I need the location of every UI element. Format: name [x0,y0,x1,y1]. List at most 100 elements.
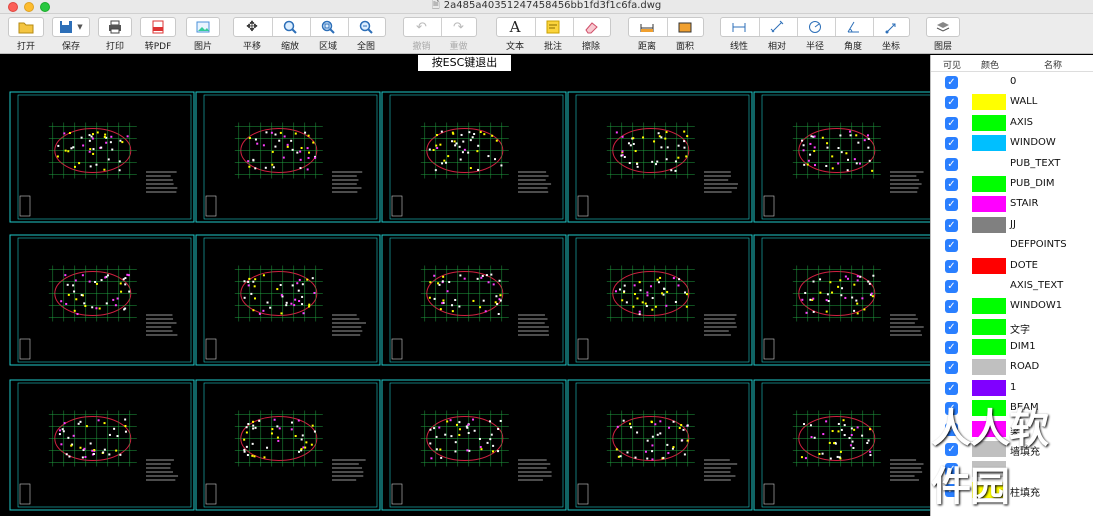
coordinate-button[interactable]: 坐标 [872,17,910,52]
layer-color-swatch[interactable] [972,237,1006,254]
layer-color-swatch[interactable] [972,216,1006,233]
layer-visible-checkbox[interactable]: ✓ [945,218,958,232]
drawing-sheet [753,379,930,511]
layer-row[interactable]: ✓ ROAD [931,357,1093,377]
image-button[interactable]: 图片 [186,17,220,52]
distance-button[interactable]: 距离 [628,17,666,52]
drawing-sheet [195,234,381,366]
floppy-disk-icon [60,21,73,33]
title-bar: 🗎 2a485a40351247458456bb1fd3f1c6fa.dwg [0,0,1093,14]
region-zoom-button[interactable]: 区域 [309,17,347,52]
layer-row[interactable]: ✓ WINDOW1 [931,296,1093,316]
drawing-sheet [381,91,567,223]
layer-name: WINDOW [1010,137,1056,149]
layer-visible-checkbox[interactable]: ✓ [945,198,958,212]
drawing-sheet [381,379,567,511]
save-button[interactable]: ▼ 保存 [52,17,90,52]
layer-row[interactable]: ✓ DEFPOINTS [931,235,1093,255]
layer-row[interactable]: ✓ 0 [931,72,1093,92]
layer-row[interactable]: ✓ AXIS [931,113,1093,133]
layer-visible-checkbox[interactable]: ✓ [945,341,958,355]
layer-visible-checkbox[interactable]: ✓ [945,381,958,395]
undo-button[interactable]: ↶ 撤销 [403,17,440,53]
layer-name: PUB_DIM [1010,177,1055,189]
eraser-icon [584,17,598,37]
document-icon: 🗎 [431,0,440,11]
layer-visible-checkbox[interactable]: ✓ [945,300,958,314]
radius-dimension-button[interactable]: 半径 [796,17,834,52]
layer-visible-checkbox[interactable]: ✓ [945,259,958,273]
note-button[interactable]: 批注 [534,17,572,52]
layer-color-swatch[interactable] [972,175,1006,192]
layer-visible-checkbox[interactable]: ✓ [945,279,958,293]
drawing-canvas[interactable]: 按ESC键退出 [0,55,930,516]
layer-color-swatch[interactable] [972,196,1006,213]
layer-visible-checkbox[interactable]: ✓ [945,320,958,334]
drawing-sheet [9,234,195,366]
layer-visible-checkbox[interactable]: ✓ [945,239,958,253]
layer-panel-header: 可见 颜色 名称 [931,55,1093,72]
linear-dimension-button[interactable]: 线性 [720,17,758,52]
layer-visible-checkbox[interactable]: ✓ [945,76,958,89]
text-button[interactable]: A 文本 [496,17,534,52]
radius-circle-icon [808,17,822,37]
layer-row[interactable]: ✓ JJ [931,215,1093,235]
layer-row[interactable]: ✓ WALL [931,92,1093,112]
layer-color-swatch[interactable] [972,277,1006,294]
layer-color-swatch[interactable] [972,135,1006,152]
pdf-icon [152,20,164,34]
drawing-sheet [381,234,567,366]
layer-row[interactable]: ✓ PUB_DIM [931,174,1093,194]
layer-visible-checkbox[interactable]: ✓ [945,96,958,110]
layer-row[interactable]: ✓ AXIS_TEXT [931,276,1093,296]
layer-row[interactable]: ✓ WINDOW [931,133,1093,153]
magnifier-icon [283,17,297,37]
layer-visible-checkbox[interactable]: ✓ [945,177,958,191]
print-button[interactable]: 打印 [98,17,132,52]
layer-row[interactable]: ✓ PUB_TEXT [931,154,1093,174]
layer-name: 1 [1010,381,1017,393]
drawing-sheet [195,91,381,223]
layer-row[interactable]: ✓ DOTE [931,256,1093,276]
zoom-button[interactable]: 缩放 [271,17,309,52]
layer-visible-checkbox[interactable]: ✓ [945,157,958,171]
chevron-down-icon[interactable]: ▼ [77,23,82,31]
layer-row[interactable]: ✓ DIM1 [931,337,1093,357]
aligned-dimension-button[interactable]: 相对 [758,17,796,52]
layer-visible-checkbox[interactable]: ✓ [945,116,958,130]
open-button[interactable]: 打开 [8,17,44,52]
text-a-icon: A [509,18,521,36]
layer-visible-checkbox[interactable]: ✓ [945,361,958,375]
layer-row[interactable]: ✓ 文字 [931,317,1093,337]
area-button[interactable]: 面积 [666,17,704,52]
layer-row[interactable]: ✓ STAIR [931,194,1093,214]
angle-dimension-button[interactable]: 角度 [834,17,872,52]
layers-button[interactable]: 图层 [926,17,960,52]
move-arrows-icon: ✥ [246,19,258,35]
layer-name: WALL [1010,96,1038,108]
layer-color-swatch[interactable] [972,318,1006,335]
coordinate-icon [884,17,898,37]
layer-visible-checkbox[interactable]: ✓ [945,137,958,151]
layer-name: DOTE [1010,259,1038,271]
linear-dimension-icon [732,17,746,37]
layer-color-swatch[interactable] [972,155,1006,172]
layer-color-swatch[interactable] [972,379,1006,396]
layer-color-swatch[interactable] [972,94,1006,111]
drawing-sheet [567,91,753,223]
pan-button[interactable]: ✥ 平移 [233,17,271,52]
layer-color-swatch[interactable] [972,114,1006,131]
image-icon [196,21,210,33]
area-icon [678,17,692,37]
convert-pdf-button[interactable]: 转PDF [140,17,176,52]
layer-name: AXIS_TEXT [1010,279,1064,291]
layer-color-swatch[interactable] [972,339,1006,356]
layer-color-swatch[interactable] [972,298,1006,315]
layer-color-swatch[interactable] [972,257,1006,274]
layer-color-swatch[interactable] [972,359,1006,376]
fit-all-button[interactable]: 全图 [347,17,385,52]
drawing-sheet [195,379,381,511]
erase-button[interactable]: 擦除 [572,17,610,52]
redo-button[interactable]: ↷ 重做 [440,17,477,53]
layer-color-swatch[interactable] [972,74,1006,90]
